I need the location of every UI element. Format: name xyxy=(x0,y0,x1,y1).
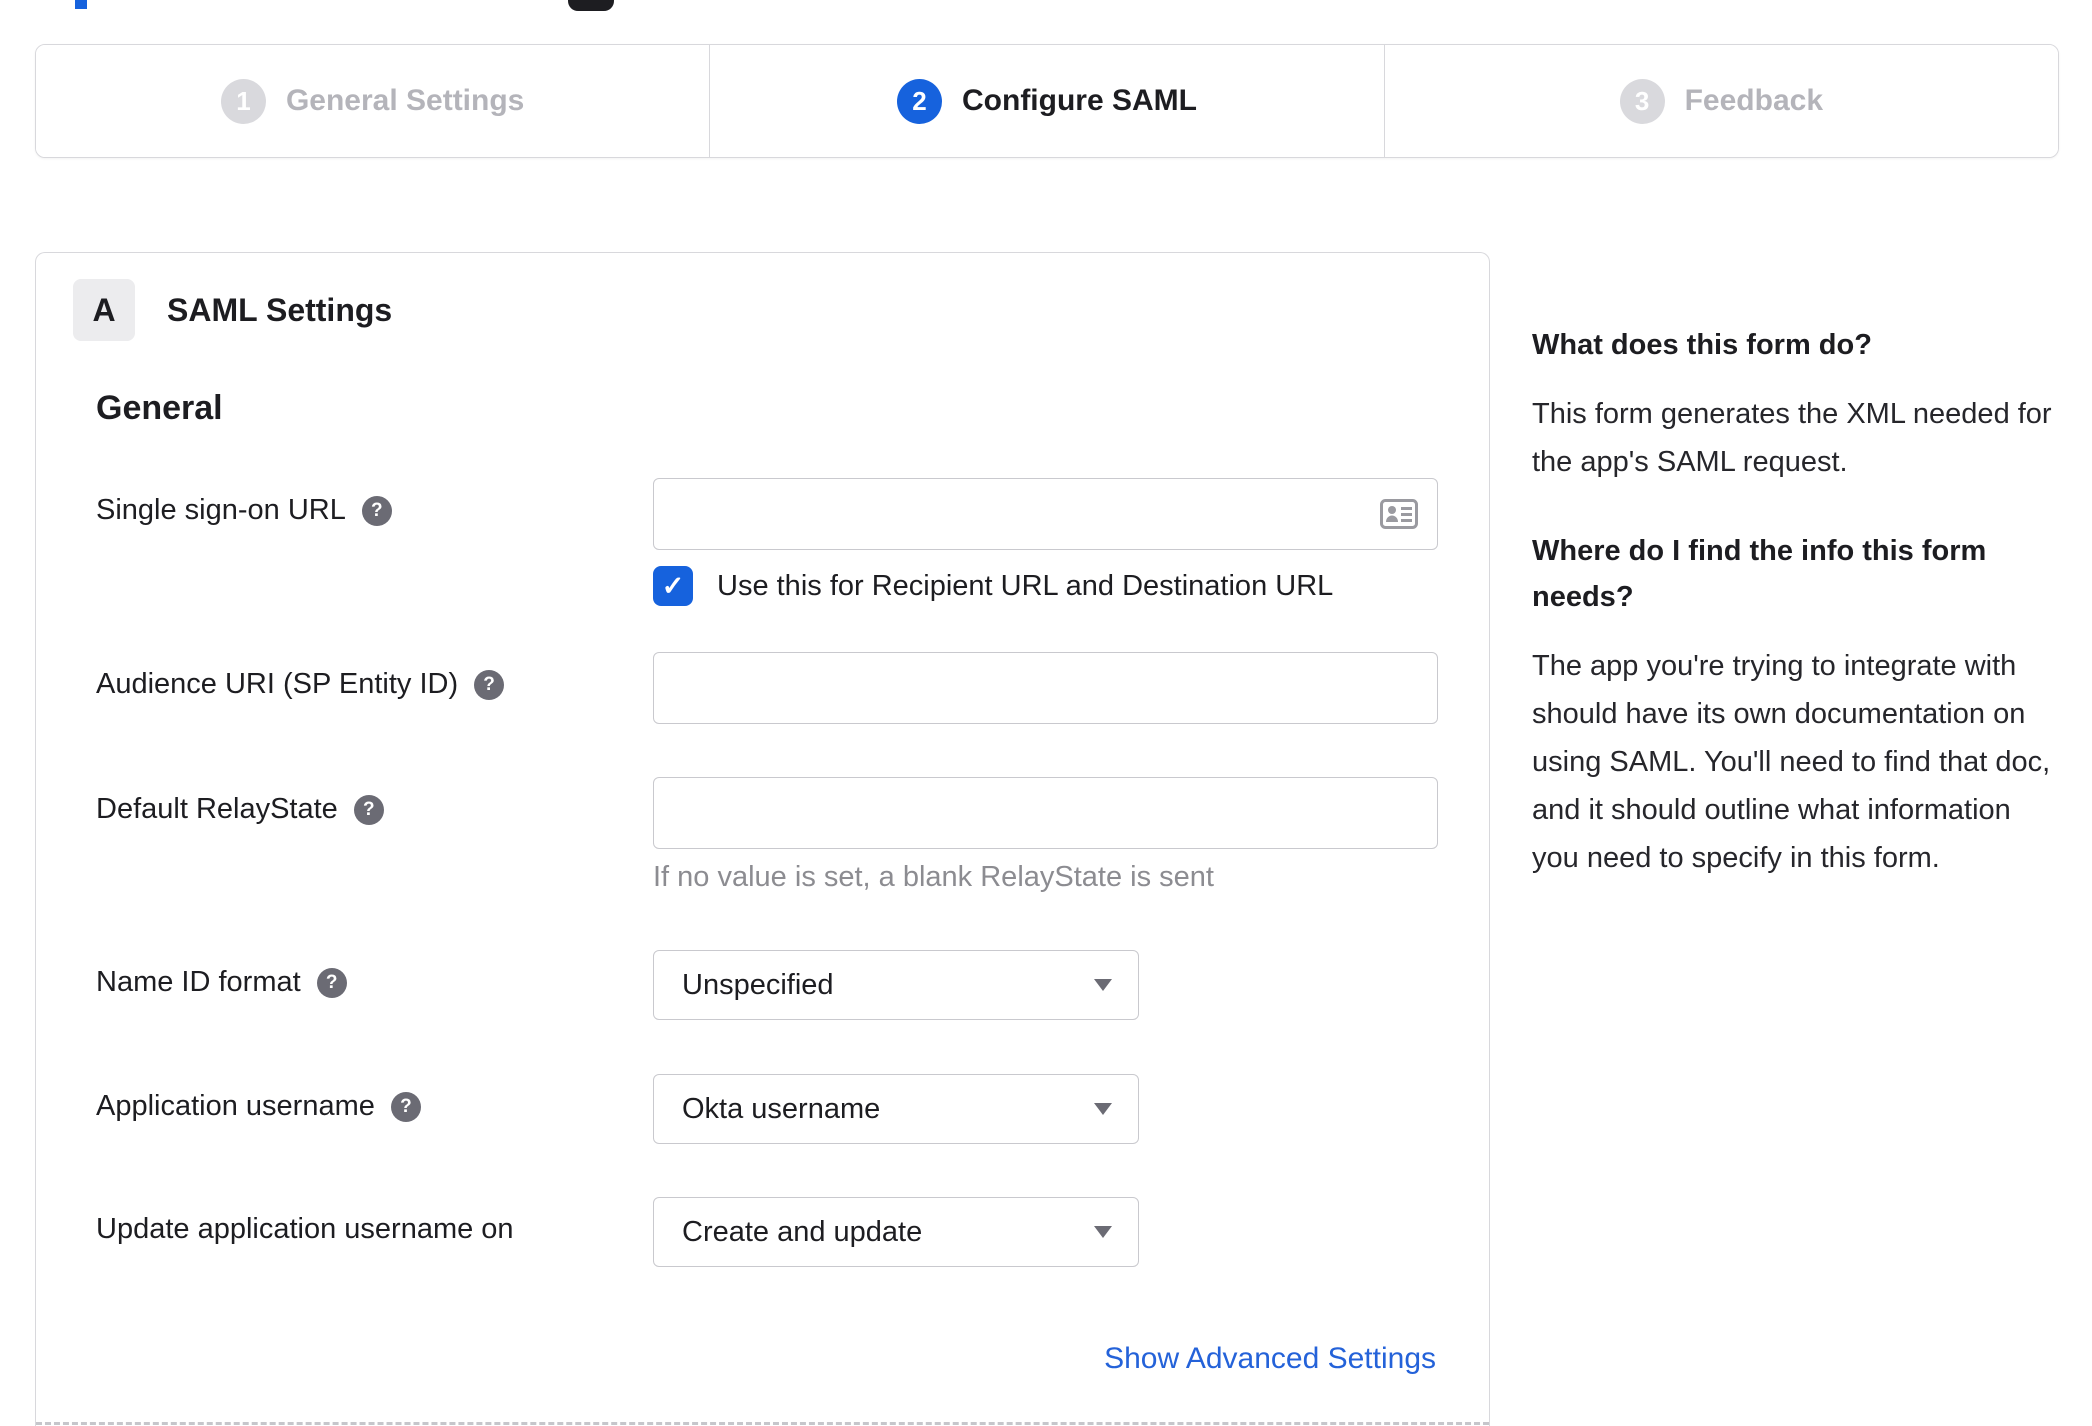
help-answer-2: The app you're trying to integrate with … xyxy=(1532,650,2051,874)
help-answer-1: This form generates the XML needed for t… xyxy=(1532,398,2052,478)
step-configure-saml[interactable]: 2 Configure SAML xyxy=(709,45,1384,157)
contact-card-icon xyxy=(1380,499,1418,529)
card-title: SAML Settings xyxy=(167,291,393,328)
step-label: General Settings xyxy=(285,84,525,117)
relay-state-label-wrap: Default RelayState ? xyxy=(96,777,653,827)
name-id-format-label-wrap: Name ID format ? xyxy=(96,950,653,1000)
audience-uri-label: Audience URI (SP Entity ID) xyxy=(96,668,459,700)
update-username-field: Create and update xyxy=(653,1197,1438,1267)
help-question-2: Where do I find the info this form needs… xyxy=(1532,535,1987,613)
recipient-url-checkbox-label: Use this for Recipient URL and Destinati… xyxy=(717,569,1334,602)
audience-uri-label-wrap: Audience URI (SP Entity ID) ? xyxy=(96,652,653,702)
update-username-label-wrap: Update application username on xyxy=(96,1197,653,1247)
recipient-url-checkbox-row: ✓ Use this for Recipient URL and Destina… xyxy=(96,566,1489,606)
clipped-toggle-artifact xyxy=(568,0,614,11)
update-username-value: Create and update xyxy=(682,1215,923,1248)
saml-settings-header: A SAML Settings xyxy=(73,279,1489,341)
configure-saml-page: 1 General Settings 2 Configure SAML 3 Fe… xyxy=(0,0,2092,1426)
help-icon[interactable]: ? xyxy=(361,496,392,526)
audience-uri-field xyxy=(653,652,1438,724)
application-username-value: Okta username xyxy=(682,1092,881,1125)
help-icon[interactable]: ? xyxy=(316,968,347,998)
recipient-url-checkbox[interactable]: ✓ xyxy=(653,566,693,606)
relay-state-field xyxy=(653,777,1438,849)
advanced-settings-row: Show Advanced Settings xyxy=(36,1342,1436,1376)
audience-uri-row: Audience URI (SP Entity ID) ? xyxy=(96,652,1489,724)
step-label: Feedback xyxy=(1684,84,1824,117)
relay-state-label: Default RelayState xyxy=(96,793,338,825)
name-id-format-value: Unspecified xyxy=(682,968,834,1001)
show-advanced-settings-link[interactable]: Show Advanced Settings xyxy=(1104,1342,1436,1375)
sso-url-input[interactable] xyxy=(653,478,1438,550)
relay-state-hint: If no value is set, a blank RelayState i… xyxy=(653,861,1214,893)
help-icon[interactable]: ? xyxy=(474,670,505,700)
step-general-settings[interactable]: 1 General Settings xyxy=(36,45,710,157)
step-number-badge: 1 xyxy=(220,78,266,124)
section-a-badge: A xyxy=(73,279,135,341)
audience-uri-input[interactable] xyxy=(653,652,1438,724)
general-group-title: General xyxy=(96,389,223,427)
application-username-row: Application username ? Okta username xyxy=(96,1074,1489,1144)
step-number-badge: 3 xyxy=(1619,78,1665,124)
sso-url-label: Single sign-on URL xyxy=(96,494,346,526)
name-id-format-select[interactable]: Unspecified xyxy=(653,950,1139,1020)
help-icon[interactable]: ? xyxy=(390,1092,421,1122)
section-dashed-divider xyxy=(36,1422,1489,1425)
step-number-badge: 2 xyxy=(897,78,942,124)
name-id-format-field: Unspecified xyxy=(653,950,1438,1020)
application-username-label: Application username xyxy=(96,1090,375,1122)
application-username-select[interactable]: Okta username xyxy=(653,1074,1139,1144)
wizard-stepper: 1 General Settings 2 Configure SAML 3 Fe… xyxy=(35,44,2059,158)
dropdown-arrow-icon xyxy=(1094,979,1112,991)
update-username-select[interactable]: Create and update xyxy=(653,1197,1139,1267)
update-username-row: Update application username on Create an… xyxy=(96,1197,1489,1267)
sso-url-label-wrap: Single sign-on URL ? xyxy=(96,478,653,528)
application-username-field: Okta username xyxy=(653,1074,1438,1144)
sso-url-row: Single sign-on URL ? xyxy=(96,478,1489,550)
dropdown-arrow-icon xyxy=(1094,1103,1112,1115)
application-username-label-wrap: Application username ? xyxy=(96,1074,653,1124)
help-icon[interactable]: ? xyxy=(353,795,384,825)
help-sidebar: What does this form do? This form genera… xyxy=(1532,322,2064,924)
dropdown-arrow-icon xyxy=(1094,1226,1112,1238)
step-label: Configure SAML xyxy=(962,84,1197,117)
name-id-format-label: Name ID format xyxy=(96,966,301,998)
sso-url-field xyxy=(653,478,1438,550)
relay-state-input[interactable] xyxy=(653,777,1438,849)
help-question-1: What does this form do? xyxy=(1532,329,1872,361)
relay-state-row: Default RelayState ? xyxy=(96,777,1489,849)
clipped-blue-tab-artifact xyxy=(75,0,87,9)
name-id-format-row: Name ID format ? Unspecified xyxy=(96,950,1489,1020)
saml-settings-card: A SAML Settings General Single sign-on U… xyxy=(35,252,1490,1426)
step-feedback[interactable]: 3 Feedback xyxy=(1383,45,2058,157)
update-username-label: Update application username on xyxy=(96,1213,514,1245)
